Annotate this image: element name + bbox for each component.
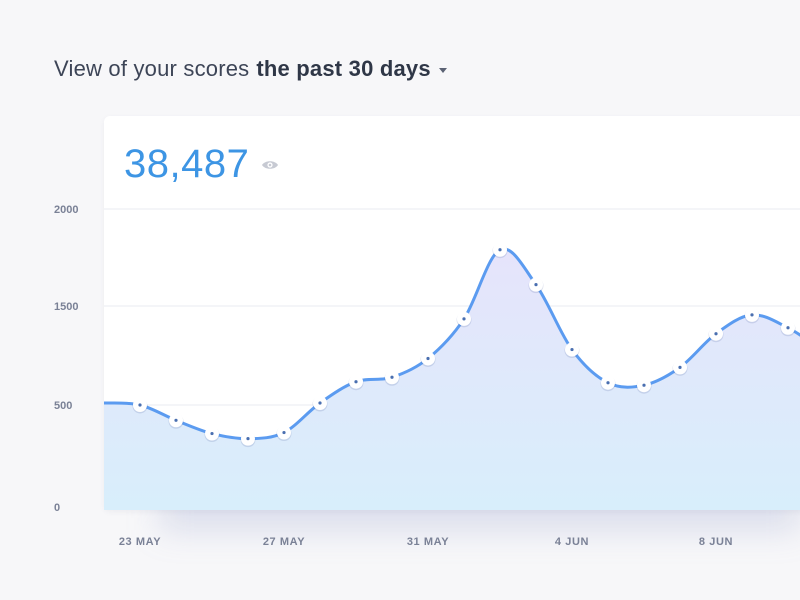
data-point[interactable] [240, 431, 256, 448]
total-score-value: 38,487 [124, 142, 250, 186]
data-point[interactable] [492, 242, 508, 259]
data-point[interactable] [132, 398, 148, 414]
data-point[interactable] [636, 378, 652, 394]
y-tick-label: 1500 [54, 301, 78, 313]
data-point[interactable] [780, 320, 796, 337]
x-tick-label: 31 MAY [407, 536, 449, 548]
data-point[interactable] [744, 307, 760, 324]
total-score: 38,487 [124, 142, 279, 187]
data-point[interactable] [204, 426, 220, 443]
x-tick-label: 27 MAY [263, 536, 305, 548]
x-tick-label: 23 MAY [119, 536, 161, 548]
score-chart: 2000 1500 500 0 23 MAY 27 MAY 31 MAY 4 JUN 8 JUN [54, 204, 800, 548]
x-tick-label: 8 JUN [699, 536, 733, 548]
x-tick-label: 4 JUN [555, 536, 589, 548]
data-point[interactable] [384, 370, 400, 386]
data-point[interactable] [348, 374, 364, 391]
data-point[interactable] [168, 413, 184, 429]
y-tick-label: 0 [54, 502, 60, 514]
y-tick-label: 2000 [54, 204, 78, 216]
eye-icon[interactable] [261, 159, 279, 171]
area-fill [104, 248, 800, 510]
y-tick-label: 500 [54, 400, 72, 412]
